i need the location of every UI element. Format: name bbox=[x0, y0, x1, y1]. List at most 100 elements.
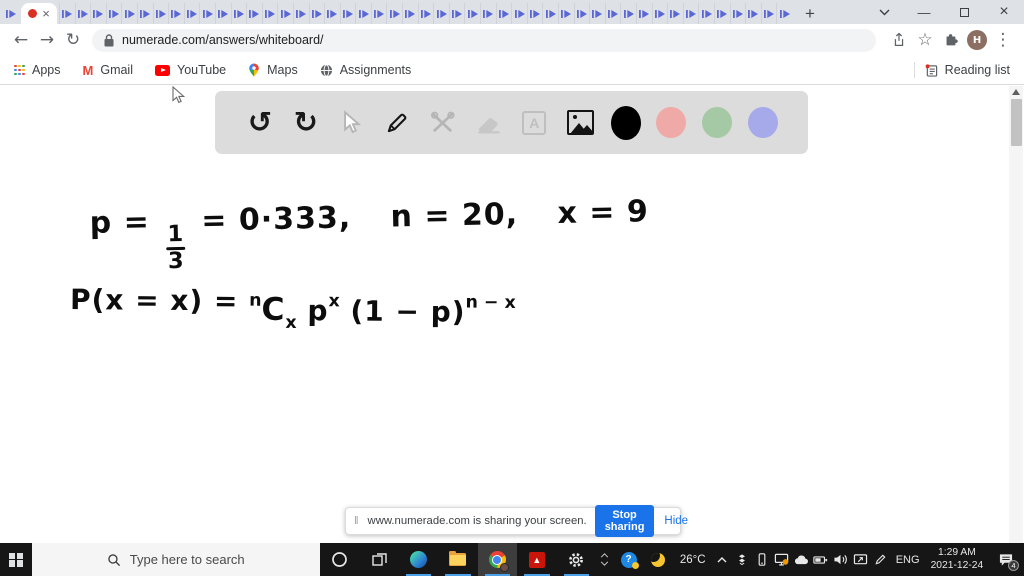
browser-tab[interactable] bbox=[745, 3, 761, 24]
browser-tab[interactable] bbox=[526, 3, 543, 24]
browser-tab[interactable] bbox=[105, 3, 122, 24]
browser-tab[interactable] bbox=[448, 3, 465, 24]
start-button[interactable] bbox=[0, 543, 32, 576]
browser-tab[interactable] bbox=[620, 3, 636, 24]
taskbar-clock[interactable]: 1:29 AM 2021-12-24 bbox=[925, 543, 988, 576]
language-indicator[interactable]: ENG bbox=[890, 543, 926, 576]
browser-tab[interactable] bbox=[370, 3, 387, 24]
color-purple-button[interactable] bbox=[747, 105, 778, 141]
browser-tab[interactable] bbox=[511, 3, 527, 24]
taskbar-chrome[interactable] bbox=[477, 543, 518, 576]
text-tool-button[interactable]: A bbox=[519, 105, 549, 141]
color-green-button[interactable] bbox=[702, 105, 733, 141]
temperature-label[interactable]: 26°C bbox=[673, 543, 712, 576]
tray-volume[interactable] bbox=[831, 543, 851, 576]
tray-weather[interactable] bbox=[643, 543, 673, 576]
browser-tab[interactable] bbox=[152, 3, 169, 24]
taskbar-task-view[interactable] bbox=[359, 543, 398, 576]
profile-avatar[interactable]: H bbox=[964, 27, 990, 53]
browser-tab[interactable] bbox=[214, 3, 231, 24]
browser-tab[interactable] bbox=[121, 3, 137, 24]
browser-tab[interactable] bbox=[635, 3, 652, 24]
redo-button[interactable]: ↻ bbox=[291, 105, 321, 141]
browser-tab[interactable] bbox=[74, 3, 91, 24]
active-tab[interactable]: × bbox=[21, 3, 57, 24]
drag-handle-icon[interactable]: ‖ bbox=[354, 515, 360, 527]
browser-tab[interactable] bbox=[230, 3, 247, 24]
reload-button[interactable]: ↻ bbox=[60, 27, 86, 53]
browser-tab[interactable] bbox=[667, 3, 683, 24]
browser-tab[interactable] bbox=[480, 3, 496, 24]
tray-phone[interactable] bbox=[752, 543, 772, 576]
tray-screen-share[interactable] bbox=[772, 543, 792, 576]
bookmark-maps[interactable]: Maps bbox=[248, 63, 298, 77]
browser-tab[interactable] bbox=[651, 3, 668, 24]
eraser-button[interactable] bbox=[474, 105, 504, 141]
hide-link[interactable]: Hide bbox=[664, 515, 688, 527]
browser-tab[interactable] bbox=[760, 3, 777, 24]
select-cursor-button[interactable] bbox=[336, 105, 366, 141]
browser-tab[interactable] bbox=[3, 3, 19, 24]
browser-tab[interactable] bbox=[324, 3, 340, 24]
taskbar-file-explorer[interactable] bbox=[438, 543, 477, 576]
browser-tab[interactable] bbox=[136, 3, 153, 24]
browser-tab[interactable] bbox=[292, 3, 309, 24]
browser-tab[interactable] bbox=[682, 3, 699, 24]
menu-dots-icon[interactable]: ⋮ bbox=[990, 27, 1016, 53]
tray-dropbox[interactable] bbox=[732, 543, 752, 576]
taskbar-cortana[interactable] bbox=[320, 543, 359, 576]
taskbar-settings[interactable] bbox=[557, 543, 596, 576]
pen-button[interactable] bbox=[382, 105, 412, 141]
taskbar-search-box[interactable]: Type here to search bbox=[31, 543, 320, 576]
bookmark-star-icon[interactable]: ☆ bbox=[912, 27, 938, 53]
taskbar-scroll-buttons[interactable] bbox=[596, 543, 614, 576]
browser-tab[interactable] bbox=[339, 3, 356, 24]
browser-tab[interactable] bbox=[464, 3, 480, 24]
extensions-icon[interactable] bbox=[938, 27, 964, 53]
browser-tab[interactable] bbox=[199, 3, 215, 24]
color-red-button[interactable] bbox=[656, 105, 687, 141]
browser-tab[interactable] bbox=[713, 3, 730, 24]
taskbar-edge[interactable] bbox=[399, 543, 438, 576]
forward-button[interactable]: → bbox=[34, 27, 60, 53]
share-icon[interactable] bbox=[886, 27, 912, 53]
browser-tab[interactable] bbox=[402, 3, 418, 24]
tray-pen[interactable] bbox=[870, 543, 890, 576]
browser-tab[interactable] bbox=[246, 3, 262, 24]
image-tool-button[interactable] bbox=[565, 105, 595, 141]
taskbar-adobe[interactable]: ▲ bbox=[517, 543, 556, 576]
page-scrollbar[interactable] bbox=[1009, 86, 1023, 543]
browser-tab[interactable] bbox=[168, 3, 184, 24]
address-bar[interactable]: numerade.com/answers/whiteboard/ bbox=[92, 28, 876, 52]
browser-tab[interactable] bbox=[261, 3, 278, 24]
tray-onedrive[interactable] bbox=[791, 543, 811, 576]
browser-tab[interactable] bbox=[90, 3, 106, 24]
browser-tab[interactable] bbox=[59, 3, 75, 24]
browser-tab[interactable] bbox=[589, 3, 605, 24]
browser-tab[interactable] bbox=[558, 3, 574, 24]
browser-tab[interactable] bbox=[698, 3, 714, 24]
browser-tab[interactable] bbox=[417, 3, 434, 24]
notification-center-button[interactable]: 4 bbox=[988, 543, 1024, 576]
scroll-up-arrow-icon[interactable] bbox=[1012, 89, 1020, 95]
reading-list-button[interactable]: Reading list bbox=[925, 63, 1010, 77]
minimize-button[interactable]: — bbox=[904, 0, 944, 24]
bookmark-gmail[interactable]: M Gmail bbox=[83, 63, 134, 78]
browser-tab[interactable] bbox=[776, 3, 792, 24]
tray-help[interactable]: ? bbox=[614, 543, 644, 576]
bookmark-apps[interactable]: Apps bbox=[14, 63, 61, 77]
bookmark-youtube[interactable]: YouTube bbox=[155, 63, 226, 77]
tab-search-chevron-icon[interactable] bbox=[864, 0, 904, 24]
browser-tab[interactable] bbox=[604, 3, 621, 24]
browser-tab[interactable] bbox=[495, 3, 512, 24]
browser-tab[interactable] bbox=[433, 3, 449, 24]
bookmark-assignments[interactable]: Assignments bbox=[320, 63, 411, 77]
browser-tab[interactable] bbox=[183, 3, 200, 24]
color-black-button[interactable] bbox=[610, 105, 641, 141]
shapes-tools-button[interactable] bbox=[428, 105, 458, 141]
tab-close-icon[interactable]: × bbox=[42, 7, 50, 20]
browser-tab[interactable] bbox=[355, 3, 371, 24]
new-tab-button[interactable]: + bbox=[798, 3, 822, 24]
browser-tab[interactable] bbox=[386, 3, 402, 24]
scrollbar-thumb[interactable] bbox=[1010, 99, 1022, 146]
